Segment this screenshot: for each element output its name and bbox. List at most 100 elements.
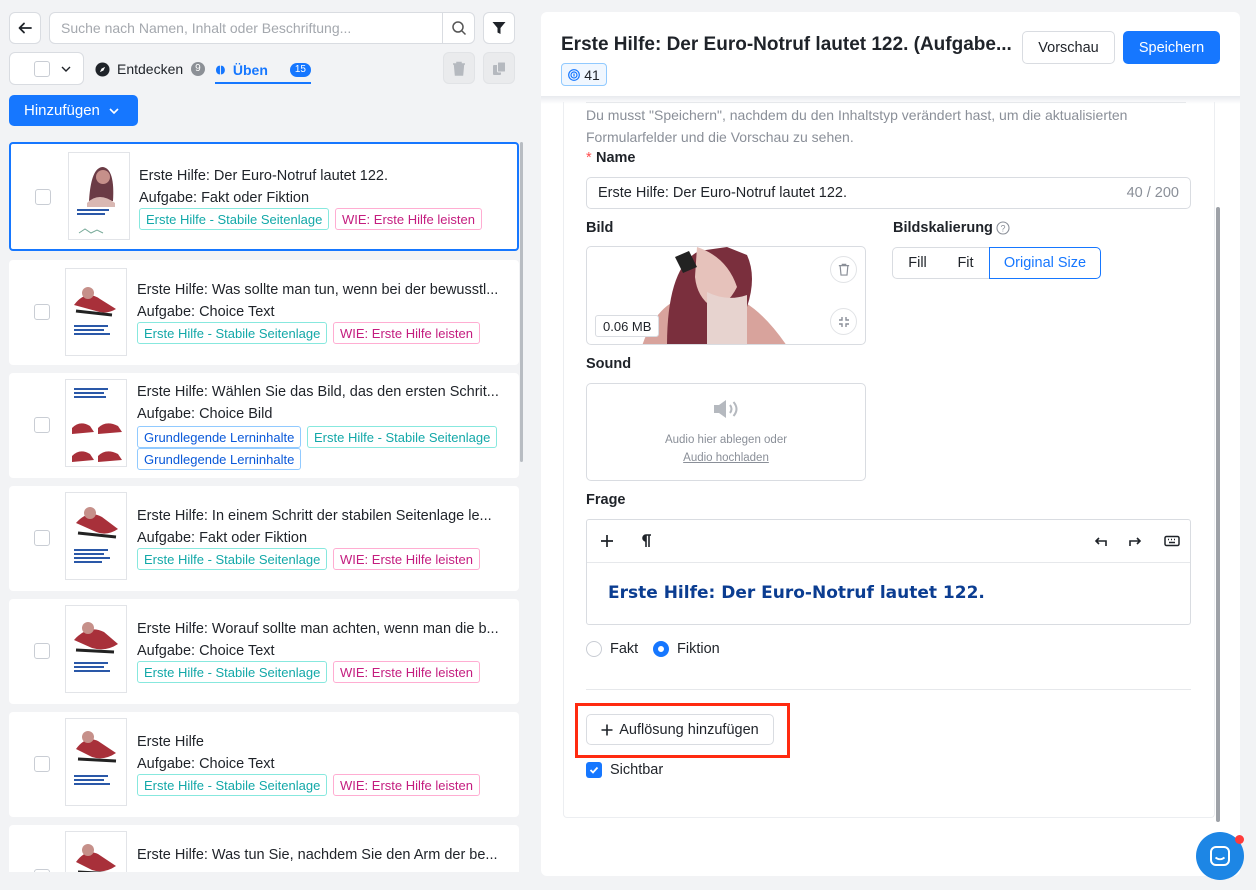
item-checkbox[interactable] [34, 530, 50, 546]
item-tag[interactable]: Erste Hilfe - Stabile Seitenlage [139, 208, 330, 230]
item-thumbnail [65, 492, 127, 580]
compress-icon [838, 316, 849, 327]
undo-icon[interactable] [1094, 535, 1107, 547]
item-subtitle: Aufgabe: Choice Text [137, 304, 275, 320]
scaling-label: Bildskalierung [893, 220, 993, 236]
item-title: Erste Hilfe: In einem Schritt der stabil… [137, 508, 492, 524]
speaker-icon [714, 400, 738, 418]
image-label: Bild [586, 220, 614, 236]
image-size-badge: 0.06 MB [595, 315, 660, 337]
item-checkbox[interactable] [34, 417, 50, 433]
scaling-option-original[interactable]: Original Size [989, 247, 1101, 279]
list-item[interactable]: Erste Hilfe: Was tun Sie, nachdem Sie de… [9, 825, 519, 872]
select-all-checkbox[interactable] [34, 61, 50, 77]
list-item[interactable]: Erste Hilfe Aufgabe: Choice Text Erste H… [9, 712, 519, 817]
name-counter: 40 / 200 [1126, 185, 1179, 201]
search-field [49, 12, 475, 44]
toolbar-divider [587, 562, 1190, 563]
visible-label: Sichtbar [610, 762, 664, 778]
back-button[interactable] [9, 12, 41, 44]
item-tag[interactable]: Grundlegende Lerninhalte [137, 448, 302, 470]
item-tag[interactable]: WIE: Erste Hilfe leisten [333, 322, 480, 344]
list-item[interactable]: Erste Hilfe: In einem Schritt der stabil… [9, 486, 519, 591]
tab-practice-count: 15 [289, 63, 311, 77]
audio-upload-link[interactable]: Audio hochladen [587, 452, 865, 464]
name-value: Erste Hilfe: Der Euro-Notruf lautet 122. [598, 185, 848, 201]
radio-fact[interactable] [586, 641, 602, 657]
bulk-select-dropdown[interactable] [9, 52, 84, 85]
search-button[interactable] [442, 13, 474, 43]
redo-icon[interactable] [1129, 535, 1142, 547]
crop-image-button[interactable] [830, 308, 857, 335]
item-tag[interactable]: Erste Hilfe - Stabile Seitenlage [307, 426, 498, 448]
item-tag[interactable]: Erste Hilfe - Stabile Seitenlage [137, 661, 328, 683]
list-item[interactable]: Erste Hilfe: Wählen Sie das Bild, das de… [9, 373, 519, 478]
add-button[interactable]: Hinzufügen [9, 95, 138, 126]
question-editor: Erste Hilfe: Der Euro-Notruf lautet 122. [586, 519, 1191, 625]
item-title: Erste Hilfe: Was tun Sie, nachdem Sie de… [137, 847, 498, 863]
item-tag[interactable]: WIE: Erste Hilfe leisten [335, 208, 482, 230]
save-button[interactable]: Speichern [1123, 31, 1220, 64]
usage-count-badge[interactable]: 41 [561, 63, 607, 86]
notification-dot [1235, 835, 1244, 844]
item-tag[interactable]: Grundlegende Lerninhalte [137, 426, 302, 448]
item-subtitle: Aufgabe: Fakt oder Fiktion [139, 190, 310, 206]
question-text[interactable]: Erste Hilfe: Der Euro-Notruf lautet 122. [608, 583, 985, 603]
scaling-option-fill[interactable]: Fill [892, 247, 943, 279]
radio-fact-label: Fakt [610, 641, 639, 657]
divider [586, 102, 1186, 103]
chat-button[interactable] [1196, 832, 1244, 880]
tab-discover-count: 9 [191, 62, 205, 76]
item-subtitle: Aufgabe: Choice Text [137, 756, 275, 772]
keyboard-icon[interactable] [1164, 535, 1180, 547]
radio-fiction-label: Fiktion [677, 641, 720, 657]
plus-icon[interactable] [600, 534, 614, 548]
tab-discover[interactable]: Entdecken 9 [95, 58, 205, 80]
item-checkbox[interactable] [34, 304, 50, 320]
item-title: Erste Hilfe: Der Euro-Notruf lautet 122. [139, 168, 389, 184]
delete-selected-button[interactable] [443, 52, 475, 84]
visible-checkbox[interactable] [586, 762, 602, 778]
item-tag[interactable]: Erste Hilfe - Stabile Seitenlage [137, 774, 328, 796]
filter-icon [492, 22, 506, 34]
image-upload[interactable]: 0.06 MB [586, 246, 866, 345]
preview-button[interactable]: Vorschau [1022, 31, 1115, 64]
remove-image-button[interactable] [830, 256, 857, 283]
item-checkbox[interactable] [34, 869, 50, 872]
item-tag[interactable]: WIE: Erste Hilfe leisten [333, 548, 480, 570]
list-item[interactable]: Erste Hilfe: Worauf sollte man achten, w… [9, 599, 519, 704]
scaling-option-fit[interactable]: Fit [942, 247, 990, 279]
item-thumbnail [68, 152, 130, 240]
paragraph-icon[interactable] [640, 534, 652, 548]
list-item[interactable]: Erste Hilfe: Was sollte man tun, wenn be… [9, 260, 519, 365]
name-label: Name [596, 150, 636, 166]
item-subtitle: Aufgabe: Choice Bild [137, 406, 273, 422]
item-title: Erste Hilfe: Worauf sollte man achten, w… [137, 621, 499, 637]
item-checkbox[interactable] [35, 189, 51, 205]
list-scrollbar[interactable] [520, 142, 523, 462]
name-field[interactable]: Erste Hilfe: Der Euro-Notruf lautet 122.… [586, 177, 1191, 209]
item-tag[interactable]: WIE: Erste Hilfe leisten [333, 774, 480, 796]
item-tag[interactable]: Erste Hilfe - Stabile Seitenlage [137, 322, 328, 344]
chat-icon [1210, 846, 1230, 866]
filter-button[interactable] [483, 12, 515, 44]
item-subtitle: Aufgabe: Fakt oder Fiktion [137, 530, 308, 546]
help-icon[interactable]: ? [996, 221, 1010, 235]
trash-icon [838, 263, 849, 276]
svg-text:?: ? [1000, 224, 1005, 234]
form-scrollbar[interactable] [1216, 207, 1220, 822]
list-item[interactable]: Erste Hilfe: Der Euro-Notruf lautet 122.… [9, 142, 519, 251]
item-checkbox[interactable] [34, 643, 50, 659]
copy-selected-button[interactable] [483, 52, 515, 84]
radio-fiction[interactable] [653, 641, 669, 657]
audio-dropzone[interactable]: Audio hier ablegen oder Audio hochladen [586, 383, 866, 481]
check-icon [589, 766, 599, 774]
compass-icon [95, 61, 110, 77]
content-list-panel: Entdecken 9 Üben 15 Hinzufügen Erste Hil… [0, 0, 530, 890]
item-tag[interactable]: Erste Hilfe - Stabile Seitenlage [137, 548, 328, 570]
search-input[interactable] [50, 13, 440, 43]
tab-practice[interactable]: Üben 15 [215, 58, 311, 84]
item-thumbnail [65, 379, 127, 467]
item-tag[interactable]: WIE: Erste Hilfe leisten [333, 661, 480, 683]
item-checkbox[interactable] [34, 756, 50, 772]
